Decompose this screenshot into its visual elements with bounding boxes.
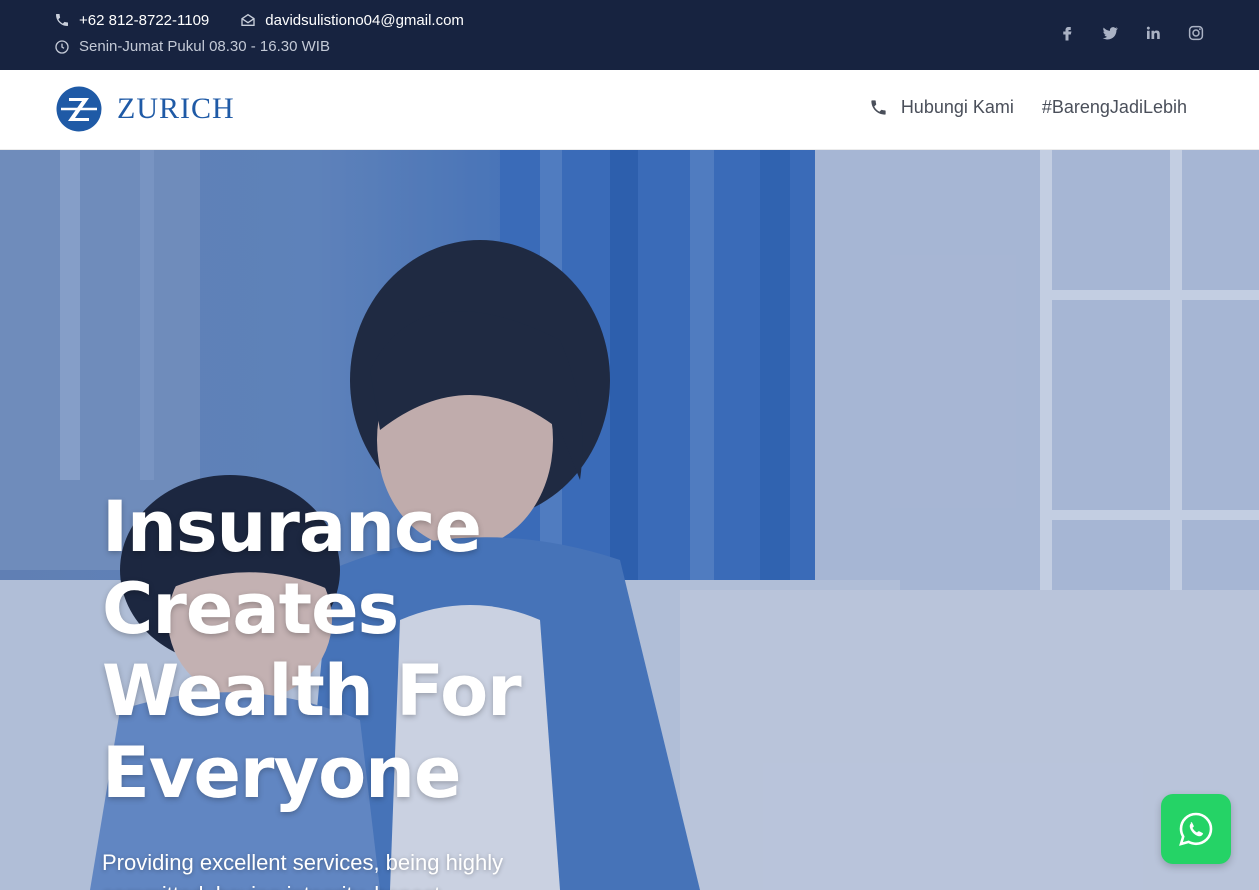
zurich-logo-mark bbox=[56, 86, 102, 132]
top-info-bar: +62 812-8722-1109 davidsulistiono04@gmai… bbox=[0, 0, 1259, 70]
envelope-open-icon bbox=[241, 13, 255, 26]
social-links bbox=[1035, 22, 1207, 44]
hero-title-line: Everyone bbox=[102, 732, 461, 814]
email-contact[interactable]: davidsulistiono04@gmail.com bbox=[240, 12, 464, 29]
contact-us-link[interactable]: Hubungi Kami bbox=[869, 97, 1014, 118]
email-address: davidsulistiono04@gmail.com bbox=[265, 11, 464, 29]
phone-number: +62 812-8722-1109 bbox=[79, 11, 210, 29]
phone-icon bbox=[871, 100, 886, 115]
hero-title-line: Wealth For bbox=[102, 650, 522, 732]
hero-title-line: Creates bbox=[102, 568, 399, 650]
main-navbar: ZURICH Hubungi Kami #BarengJadiLebih bbox=[0, 70, 1259, 150]
linkedin-link[interactable] bbox=[1142, 22, 1164, 44]
logo-text: ZURICH bbox=[117, 92, 235, 125]
phone-contact[interactable]: +62 812-8722-1109 bbox=[54, 12, 209, 29]
instagram-icon bbox=[1188, 25, 1204, 41]
instagram-link[interactable] bbox=[1185, 22, 1207, 44]
phone-icon bbox=[56, 14, 68, 26]
nav-links: Hubungi Kami #BarengJadiLebih bbox=[869, 97, 1187, 118]
hero-subtitle: Providing excellent services, being high… bbox=[102, 847, 542, 890]
whatsapp-icon bbox=[1179, 812, 1213, 846]
twitter-link[interactable] bbox=[1099, 22, 1121, 44]
linkedin-icon bbox=[1146, 26, 1160, 39]
hero-section: Insurance Creates Wealth For Everyone Pr… bbox=[0, 150, 1259, 890]
zurich-logo[interactable]: ZURICH bbox=[56, 86, 235, 132]
facebook-icon bbox=[1063, 27, 1072, 41]
contact-row: +62 812-8722-1109 davidsulistiono04@gmai… bbox=[54, 11, 464, 29]
whatsapp-chat-button[interactable] bbox=[1161, 794, 1231, 864]
office-hours-text: Senin-Jumat Pukul 08.30 - 16.30 WIB bbox=[79, 38, 330, 55]
bareng-jadi-lebih-link[interactable]: #BarengJadiLebih bbox=[1042, 97, 1187, 118]
clock-icon bbox=[55, 39, 69, 54]
contact-us-label: Hubungi Kami bbox=[900, 97, 1014, 117]
hero-title: Insurance Creates Wealth For Everyone bbox=[102, 486, 662, 814]
hero-subtitle-line: committed, having integrity, honest, ... bbox=[102, 879, 542, 890]
hashtag-label: #BarengJadiLebih bbox=[1041, 97, 1187, 117]
hero-title-line: Insurance bbox=[102, 486, 482, 568]
twitter-icon bbox=[1102, 27, 1118, 40]
facebook-link[interactable] bbox=[1056, 22, 1078, 44]
hero-subtitle-line: Providing excellent services, being high… bbox=[102, 850, 504, 875]
office-hours: Senin-Jumat Pukul 08.30 - 16.30 WIB bbox=[54, 38, 330, 55]
